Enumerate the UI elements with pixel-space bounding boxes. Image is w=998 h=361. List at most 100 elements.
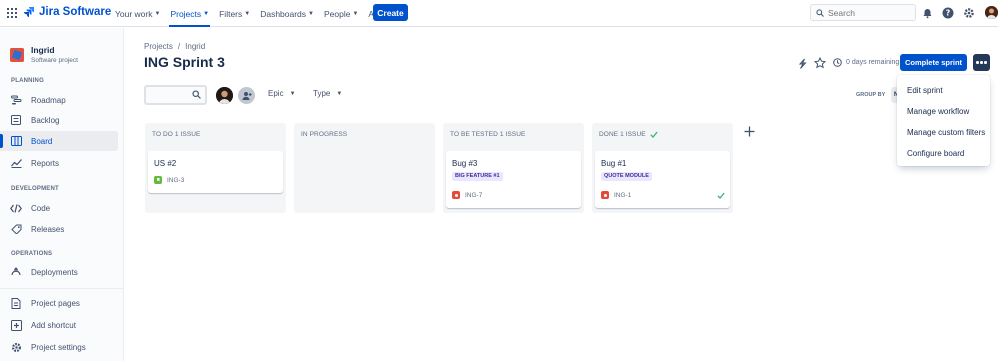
card-title: US #2 <box>154 159 177 168</box>
board-icon <box>10 135 22 147</box>
section-development: DEVELOPMENT <box>11 186 59 192</box>
issue-key[interactable]: ING-3 <box>167 177 184 184</box>
chevron-down-icon: ▼ <box>336 90 343 97</box>
sidebar-divider <box>0 288 124 289</box>
sidebar-item-backlog[interactable]: Backlog <box>0 110 118 130</box>
releases-icon <box>10 223 22 235</box>
more-actions-button[interactable] <box>973 54 990 71</box>
sidebar-item-releases[interactable]: Releases <box>0 219 118 239</box>
issue-key[interactable]: ING-1 <box>614 192 631 199</box>
issue-card[interactable]: Bug #1 QUOTE MODULE ING-1 <box>595 151 730 208</box>
column-header: IN PROGRESS <box>301 131 348 138</box>
add-column-button[interactable] <box>742 124 756 138</box>
nav-filters[interactable]: Filters ▼ <box>214 0 255 27</box>
issue-key[interactable]: ING-7 <box>465 192 482 199</box>
reports-icon <box>10 157 22 169</box>
project-avatar-icon <box>10 47 24 62</box>
remaining-text: 0 days remaining <box>846 59 900 66</box>
board-column-to-be-tested: TO BE TESTED 1 ISSUE Bug #3 BIG FEATURE … <box>443 123 584 213</box>
notifications-icon[interactable] <box>920 6 934 20</box>
help-icon[interactable]: ? <box>941 6 955 20</box>
chevron-down-icon: ▼ <box>203 10 210 17</box>
project-header[interactable]: Ingrid Software project <box>10 45 78 64</box>
issue-key-row: ING-3 <box>154 176 184 184</box>
add-shortcut-icon <box>10 319 22 331</box>
settings-gear-icon[interactable] <box>962 6 976 20</box>
search-input[interactable] <box>828 7 908 18</box>
sprint-actions-menu: Edit sprint Manage workflow Manage custo… <box>897 75 990 166</box>
column-header: TO BE TESTED 1 ISSUE <box>450 131 526 138</box>
add-people-button[interactable] <box>238 87 255 104</box>
issue-card[interactable]: US #2 ING-3 <box>148 151 283 193</box>
menu-configure-board[interactable]: Configure board <box>897 143 990 164</box>
more-dots-icon <box>976 61 979 64</box>
bug-type-icon <box>452 191 460 199</box>
deployments-icon <box>10 266 22 278</box>
sidebar-item-project-settings[interactable]: Project settings <box>0 337 118 357</box>
breadcrumb-ingrid[interactable]: Ingrid <box>185 42 205 51</box>
epic-filter-dropdown[interactable]: Epic ▼ <box>268 89 296 98</box>
search-icon <box>816 8 824 17</box>
jira-logo[interactable]: Jira Software <box>23 6 111 18</box>
chevron-down-icon: ▼ <box>308 10 314 17</box>
group-by-label: GROUP BY <box>856 92 886 98</box>
breadcrumb-separator: / <box>177 42 181 51</box>
user-avatar[interactable] <box>985 6 998 19</box>
epic-label: QUOTE MODULE <box>601 172 652 181</box>
chevron-down-icon: ▼ <box>352 10 359 17</box>
column-header: DONE 1 ISSUE <box>599 131 658 138</box>
add-person-icon <box>242 91 252 100</box>
issue-key-row: ING-7 <box>452 191 482 199</box>
bug-type-icon <box>601 191 609 199</box>
create-button[interactable]: Create <box>373 4 408 21</box>
page-title: ING Sprint 3 <box>144 54 225 70</box>
complete-sprint-button[interactable]: Complete sprint <box>900 54 967 71</box>
card-title: Bug #1 <box>601 159 627 168</box>
roadmap-icon <box>10 94 22 106</box>
insights-lightning-icon[interactable] <box>795 56 809 70</box>
board-column-in-progress: IN PROGRESS <box>294 123 435 213</box>
project-type: Software project <box>31 57 78 64</box>
nav-projects[interactable]: Projects ▼ <box>165 0 214 27</box>
chevron-down-icon: ▼ <box>244 10 251 17</box>
star-icon[interactable] <box>813 56 827 70</box>
sidebar-item-roadmap[interactable]: Roadmap <box>0 90 118 110</box>
menu-manage-workflow[interactable]: Manage workflow <box>897 101 990 122</box>
sprint-remaining: 0 days remaining <box>833 58 899 67</box>
search-icon <box>192 90 201 99</box>
code-icon <box>10 202 22 214</box>
app-switcher-icon[interactable] <box>7 8 17 18</box>
issue-key-row: ING-1 <box>601 191 631 199</box>
chevron-down-icon: ▼ <box>289 90 296 97</box>
top-navigation: Jira Software Your work ▼ Projects ▼ Filte… <box>0 0 998 27</box>
pages-icon <box>10 297 22 309</box>
plus-icon <box>744 126 754 136</box>
chevron-down-icon: ▼ <box>154 10 161 17</box>
section-planning: PLANNING <box>11 78 44 84</box>
sidebar-item-code[interactable]: Code <box>0 198 118 218</box>
sidebar-item-project-pages[interactable]: Project pages <box>0 293 118 313</box>
sidebar-item-deployments[interactable]: Deployments <box>0 262 118 282</box>
logo-text: Jira Software <box>39 6 112 18</box>
search-box[interactable] <box>810 4 916 21</box>
project-name: Ingrid <box>31 45 55 55</box>
settings-icon <box>10 341 22 353</box>
jira-logo-icon <box>24 7 34 17</box>
breadcrumb-projects[interactable]: Projects <box>144 42 173 51</box>
nav-dashboards[interactable]: Dashboards ▼ <box>255 0 319 27</box>
menu-edit-sprint[interactable]: Edit sprint <box>897 80 990 101</box>
sidebar-item-board[interactable]: Board <box>0 131 118 151</box>
board-column-done: DONE 1 ISSUE Bug #1 QUOTE MODULE ING-1 <box>592 123 733 213</box>
board-column-todo: TO DO 1 ISSUE US #2 ING-3 <box>145 123 286 213</box>
board-search-input[interactable] <box>144 85 207 105</box>
issue-card[interactable]: Bug #3 BIG FEATURE #1 ING-7 <box>446 151 581 208</box>
svg-text:?: ? <box>946 9 951 18</box>
sidebar-item-reports[interactable]: Reports <box>0 153 118 173</box>
type-filter-dropdown[interactable]: Type ▼ <box>313 89 342 98</box>
sidebar-item-add-shortcut[interactable]: Add shortcut <box>0 315 118 335</box>
breadcrumb: Projects / Ingrid <box>144 42 205 51</box>
nav-people[interactable]: People ▼ <box>319 0 363 27</box>
assignee-avatar[interactable] <box>216 87 233 104</box>
menu-manage-custom-filters[interactable]: Manage custom filters <box>897 122 990 143</box>
nav-your-work[interactable]: Your work ▼ <box>110 0 165 27</box>
